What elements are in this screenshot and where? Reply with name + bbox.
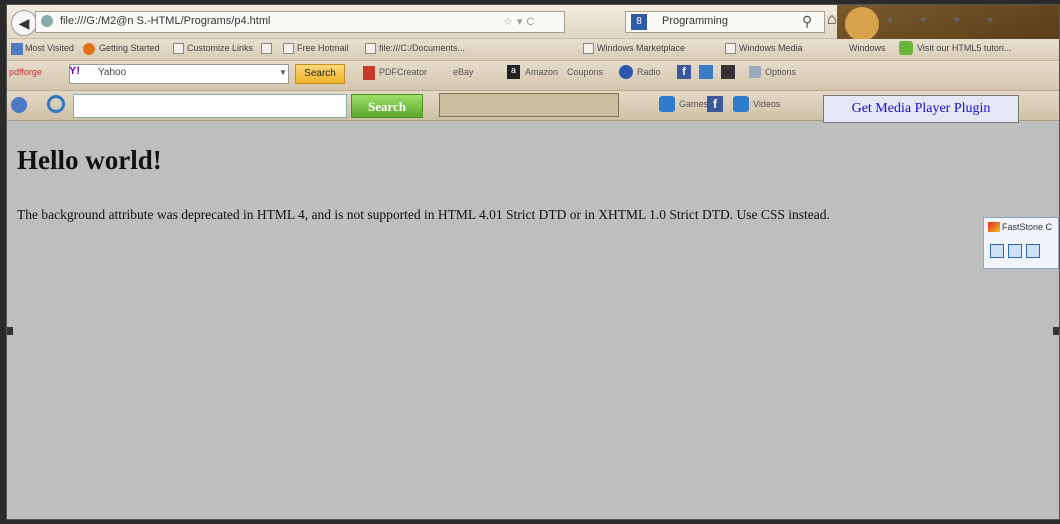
page-icon: [583, 43, 594, 55]
faststone-capture-widget[interactable]: FastStone C: [983, 217, 1059, 269]
bookmark-windows[interactable]: Windows: [849, 43, 886, 53]
toolbar-dropdown-field[interactable]: [439, 93, 619, 117]
bookmark-html5-tutorial[interactable]: Visit our HTML5 tutori...: [917, 43, 1011, 53]
back-arrow-icon: ◀: [18, 14, 30, 31]
amazon-button[interactable]: Amazon: [525, 67, 558, 77]
blue-app-icon[interactable]: [699, 65, 713, 79]
bookmark-free-hotmail[interactable]: Free Hotmail: [283, 43, 349, 55]
back-button[interactable]: ◀: [11, 10, 37, 36]
page-heading: Hello world!: [17, 145, 162, 175]
search-engine-input[interactable]: Programming: [625, 11, 825, 33]
address-bar[interactable]: file:///G:/M2@n S.-HTML/Programs/p4.html: [35, 11, 565, 33]
amazon-icon: a: [507, 65, 520, 79]
pdfforge-logo[interactable]: pdfforge: [9, 67, 42, 77]
dark-app-icon[interactable]: [721, 65, 735, 79]
globe-icon[interactable]: [11, 97, 27, 113]
html5-tutorial-icon: [899, 41, 913, 55]
pdfcreator-button[interactable]: PDFCreator: [379, 67, 427, 77]
bookmark-blank[interactable]: [261, 43, 275, 55]
toolbar-search-input[interactable]: [73, 94, 347, 118]
bookmark-local-file[interactable]: file:///C:/Documents...: [365, 43, 465, 55]
bookmark-most-visited[interactable]: Most Visited: [25, 43, 74, 53]
radio-button[interactable]: Radio: [637, 67, 661, 77]
videos-button[interactable]: Videos: [753, 99, 780, 109]
coupons-button[interactable]: Coupons: [567, 67, 603, 77]
yahoo-search-button[interactable]: Search: [295, 64, 345, 84]
capture-rectangle-icon[interactable]: [1026, 244, 1040, 258]
capture-object-icon[interactable]: [1008, 244, 1022, 258]
options-icon: [749, 66, 761, 78]
site-identity-icon[interactable]: [41, 15, 53, 27]
page-icon: [283, 43, 294, 55]
get-media-player-plugin-button[interactable]: Get Media Player Plugin: [823, 95, 1019, 123]
search-engine-icon[interactable]: 8: [631, 14, 647, 30]
resize-handle-left[interactable]: [7, 327, 13, 335]
toolbar-menu-icons[interactable]: ▾ ▾ ▾ ▾: [887, 13, 1005, 27]
facebook-icon[interactable]: f: [707, 96, 723, 112]
bookmark-customize-links[interactable]: Customize Links: [173, 43, 253, 55]
resize-handle-right[interactable]: [1053, 327, 1059, 335]
bookmark-windows-marketplace[interactable]: Windows Marketplace: [583, 43, 685, 55]
toolbar-search-button[interactable]: Search: [351, 94, 423, 118]
page-icon: [173, 43, 184, 55]
radio-icon: [619, 65, 633, 79]
theme-decoration-figure: [845, 7, 879, 41]
bookmark-star-icon[interactable]: ☆▾C: [503, 15, 538, 28]
search-magnifier-icon[interactable]: ⚲: [802, 13, 812, 30]
most-visited-icon: [11, 43, 23, 55]
page-icon: [261, 43, 272, 55]
capture-window-icon[interactable]: [990, 244, 1004, 258]
bookmark-windows-media[interactable]: Windows Media: [725, 43, 803, 55]
home-icon[interactable]: ⌂: [827, 11, 837, 29]
games-button[interactable]: Games: [679, 99, 708, 109]
games-icon: [659, 96, 675, 112]
options-button[interactable]: Options: [765, 67, 796, 77]
page-paragraph: The background attribute was deprecated …: [17, 207, 830, 222]
pdf-icon: [363, 66, 375, 80]
page-icon: [725, 43, 736, 55]
faststone-title: FastStone C: [1002, 222, 1053, 232]
faststone-logo-icon: [988, 222, 1000, 232]
video-icon: [733, 96, 749, 112]
chevron-down-icon[interactable]: ▼: [279, 68, 287, 77]
browser-window: ◀ file:///G:/M2@n S.-HTML/Programs/p4.ht…: [6, 4, 1060, 520]
firefox-icon: [83, 43, 95, 55]
yahoo-search-input[interactable]: Yahoo: [69, 64, 289, 84]
facebook-icon[interactable]: f: [677, 65, 691, 79]
page-icon: [365, 43, 376, 55]
refresh-icon[interactable]: [47, 95, 65, 113]
bookmark-getting-started[interactable]: Getting Started: [99, 43, 160, 53]
ebay-button[interactable]: eBay: [453, 67, 474, 77]
yahoo-icon: Y!: [69, 65, 80, 77]
